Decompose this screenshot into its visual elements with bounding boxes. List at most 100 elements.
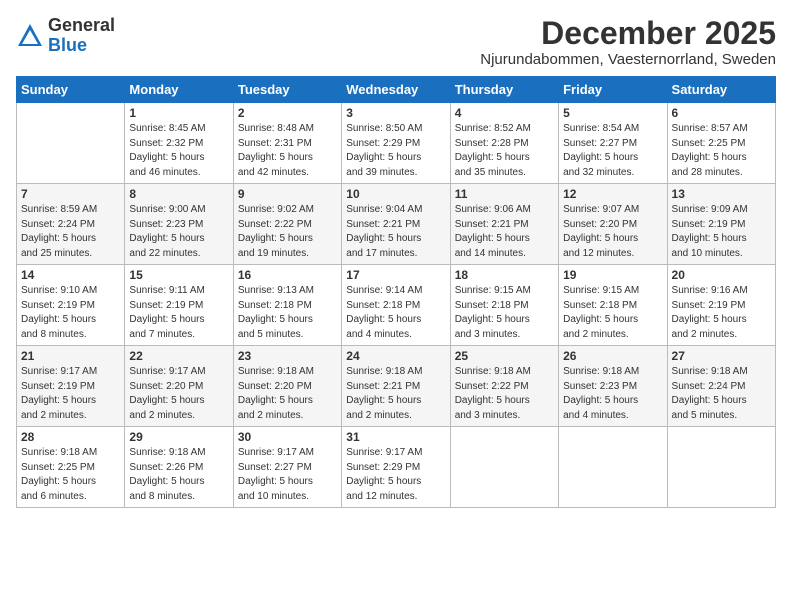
day-number: 1	[129, 106, 228, 120]
day-info: Sunrise: 9:17 AMSunset: 2:20 PMDaylight:…	[129, 365, 228, 423]
day-number: 30	[238, 430, 337, 444]
day-info: Sunrise: 9:15 AMSunset: 2:18 PMDaylight:…	[563, 284, 662, 342]
day-info: Sunrise: 9:00 AMSunset: 2:23 PMDaylight:…	[129, 203, 228, 261]
day-cell: 2 Sunrise: 8:48 AMSunset: 2:31 PMDaylight…	[233, 103, 341, 184]
day-cell: 19 Sunrise: 9:15 AMSunset: 2:18 PMDayligh…	[559, 265, 667, 346]
day-info: Sunrise: 8:59 AMSunset: 2:24 PMDaylight:…	[21, 203, 120, 261]
logo-icon	[16, 22, 44, 50]
day-cell: 6Sunrise: 8:57 AMSunset: 2:25 PMDaylight…	[667, 103, 775, 184]
day-cell: 29Sunrise: 9:18 AMSunset: 2:26 PMDayligh…	[125, 427, 233, 508]
day-info: Sunrise: 8:54 AMSunset: 2:27 PMDaylight:…	[563, 122, 662, 180]
day-info: Sunrise: 9:18 AMSunset: 2:25 PMDaylight:…	[21, 446, 120, 504]
day-number: 21	[21, 349, 120, 363]
day-info: Sunrise: 8:48 AMSunset: 2:31 PMDaylight:…	[238, 122, 337, 180]
weekday-header-sunday: Sunday	[17, 77, 125, 103]
day-cell: 16Sunrise: 9:13 AMSunset: 2:18 PMDayligh…	[233, 265, 341, 346]
week-row-1: 1Sunrise: 8:45 AMSunset: 2:32 PMDaylight…	[17, 103, 776, 184]
day-number: 19	[563, 268, 662, 282]
weekday-header-row: SundayMondayTuesdayWednesdayThursdayFrid…	[17, 77, 776, 103]
day-number: 27	[672, 349, 771, 363]
day-cell: 5 Sunrise: 8:54 AMSunset: 2:27 PMDaylight…	[559, 103, 667, 184]
day-number: 11	[455, 187, 554, 201]
calendar: SundayMondayTuesdayWednesdayThursdayFrid…	[16, 76, 776, 508]
day-number: 10	[346, 187, 445, 201]
month-title: December 2025	[480, 16, 776, 51]
day-cell: 11 Sunrise: 9:06 AMSunset: 2:21 PMDayligh…	[450, 184, 558, 265]
day-number: 24	[346, 349, 445, 363]
day-cell: 20Sunrise: 9:16 AMSunset: 2:19 PMDayligh…	[667, 265, 775, 346]
day-info: Sunrise: 9:18 AMSunset: 2:24 PMDaylight:…	[672, 365, 771, 423]
day-cell: 13Sunrise: 9:09 AMSunset: 2:19 PMDayligh…	[667, 184, 775, 265]
day-info: Sunrise: 9:18 AMSunset: 2:20 PMDaylight:…	[238, 365, 337, 423]
day-cell: 26Sunrise: 9:18 AMSunset: 2:23 PMDayligh…	[559, 346, 667, 427]
day-cell: 27 Sunrise: 9:18 AMSunset: 2:24 PMDayligh…	[667, 346, 775, 427]
day-number: 25	[455, 349, 554, 363]
week-row-5: 28Sunrise: 9:18 AMSunset: 2:25 PMDayligh…	[17, 427, 776, 508]
day-number: 29	[129, 430, 228, 444]
day-info: Sunrise: 9:17 AMSunset: 2:27 PMDaylight:…	[238, 446, 337, 504]
day-info: Sunrise: 9:13 AMSunset: 2:18 PMDaylight:…	[238, 284, 337, 342]
day-cell	[17, 103, 125, 184]
day-cell: 24Sunrise: 9:18 AMSunset: 2:21 PMDayligh…	[342, 346, 450, 427]
week-row-2: 7 Sunrise: 8:59 AMSunset: 2:24 PMDaylight…	[17, 184, 776, 265]
day-cell	[667, 427, 775, 508]
logo: General Blue	[16, 16, 115, 56]
day-cell: 7 Sunrise: 8:59 AMSunset: 2:24 PMDaylight…	[17, 184, 125, 265]
day-info: Sunrise: 9:17 AMSunset: 2:19 PMDaylight:…	[21, 365, 120, 423]
day-info: Sunrise: 9:11 AMSunset: 2:19 PMDaylight:…	[129, 284, 228, 342]
day-cell: 10 Sunrise: 9:04 AMSunset: 2:21 PMDayligh…	[342, 184, 450, 265]
day-info: Sunrise: 9:16 AMSunset: 2:19 PMDaylight:…	[672, 284, 771, 342]
day-cell: 8 Sunrise: 9:00 AMSunset: 2:23 PMDaylight…	[125, 184, 233, 265]
day-cell: 31Sunrise: 9:17 AMSunset: 2:29 PMDayligh…	[342, 427, 450, 508]
weekday-header-monday: Monday	[125, 77, 233, 103]
day-info: Sunrise: 8:57 AMSunset: 2:25 PMDaylight:…	[672, 122, 771, 180]
day-cell: 1Sunrise: 8:45 AMSunset: 2:32 PMDaylight…	[125, 103, 233, 184]
day-info: Sunrise: 9:18 AMSunset: 2:22 PMDaylight:…	[455, 365, 554, 423]
day-cell	[450, 427, 558, 508]
day-cell: 12Sunrise: 9:07 AMSunset: 2:20 PMDayligh…	[559, 184, 667, 265]
day-info: Sunrise: 9:04 AMSunset: 2:21 PMDaylight:…	[346, 203, 445, 261]
week-row-3: 14 Sunrise: 9:10 AMSunset: 2:19 PMDayligh…	[17, 265, 776, 346]
page-header: General Blue December 2025 Njurundabomme…	[16, 16, 776, 68]
day-info: Sunrise: 9:02 AMSunset: 2:22 PMDaylight:…	[238, 203, 337, 261]
weekday-header-tuesday: Tuesday	[233, 77, 341, 103]
day-number: 31	[346, 430, 445, 444]
day-number: 4	[455, 106, 554, 120]
day-cell	[559, 427, 667, 508]
day-cell: 4Sunrise: 8:52 AMSunset: 2:28 PMDaylight…	[450, 103, 558, 184]
day-cell: 28Sunrise: 9:18 AMSunset: 2:25 PMDayligh…	[17, 427, 125, 508]
day-number: 18	[455, 268, 554, 282]
title-block: December 2025 Njurundabommen, Vaesternor…	[480, 16, 776, 68]
day-number: 7	[21, 187, 120, 201]
day-number: 9	[238, 187, 337, 201]
day-number: 12	[563, 187, 662, 201]
logo-blue: Blue	[48, 35, 87, 55]
day-cell: 21 Sunrise: 9:17 AMSunset: 2:19 PMDayligh…	[17, 346, 125, 427]
weekday-header-thursday: Thursday	[450, 77, 558, 103]
day-info: Sunrise: 9:14 AMSunset: 2:18 PMDaylight:…	[346, 284, 445, 342]
day-info: Sunrise: 9:06 AMSunset: 2:21 PMDaylight:…	[455, 203, 554, 261]
day-cell: 17 Sunrise: 9:14 AMSunset: 2:18 PMDayligh…	[342, 265, 450, 346]
day-number: 14	[21, 268, 120, 282]
day-cell: 22Sunrise: 9:17 AMSunset: 2:20 PMDayligh…	[125, 346, 233, 427]
day-number: 8	[129, 187, 228, 201]
day-cell: 14 Sunrise: 9:10 AMSunset: 2:19 PMDayligh…	[17, 265, 125, 346]
day-number: 23	[238, 349, 337, 363]
day-number: 5	[563, 106, 662, 120]
weekday-header-saturday: Saturday	[667, 77, 775, 103]
day-info: Sunrise: 9:15 AMSunset: 2:18 PMDaylight:…	[455, 284, 554, 342]
day-number: 3	[346, 106, 445, 120]
location: Njurundabommen, Vaesternorrland, Sweden	[480, 51, 776, 68]
day-number: 17	[346, 268, 445, 282]
week-row-4: 21 Sunrise: 9:17 AMSunset: 2:19 PMDayligh…	[17, 346, 776, 427]
day-cell: 30 Sunrise: 9:17 AMSunset: 2:27 PMDayligh…	[233, 427, 341, 508]
weekday-header-wednesday: Wednesday	[342, 77, 450, 103]
day-cell: 9 Sunrise: 9:02 AMSunset: 2:22 PMDaylight…	[233, 184, 341, 265]
day-cell: 25 Sunrise: 9:18 AMSunset: 2:22 PMDayligh…	[450, 346, 558, 427]
day-cell: 3Sunrise: 8:50 AMSunset: 2:29 PMDaylight…	[342, 103, 450, 184]
day-cell: 23 Sunrise: 9:18 AMSunset: 2:20 PMDayligh…	[233, 346, 341, 427]
day-number: 26	[563, 349, 662, 363]
weekday-header-friday: Friday	[559, 77, 667, 103]
day-info: Sunrise: 9:10 AMSunset: 2:19 PMDaylight:…	[21, 284, 120, 342]
day-number: 2	[238, 106, 337, 120]
